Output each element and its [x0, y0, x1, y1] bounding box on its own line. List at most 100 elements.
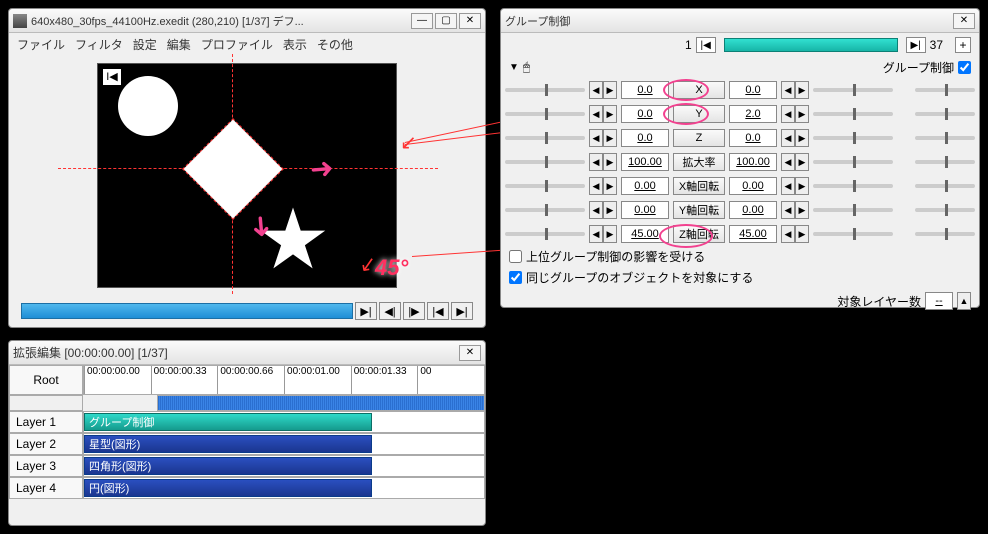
- group-enable-checkbox[interactable]: [958, 61, 971, 74]
- dec-button[interactable]: ◀: [781, 129, 795, 147]
- dec-button[interactable]: ◀: [589, 201, 603, 219]
- layer-label[interactable]: Layer 4: [9, 477, 83, 499]
- value-left[interactable]: 45.00: [621, 225, 669, 243]
- collapse-icon[interactable]: ▼: [509, 62, 519, 73]
- frame-timeline[interactable]: [724, 38, 898, 52]
- layer-label[interactable]: Layer 1: [9, 411, 83, 433]
- slider-left[interactable]: [505, 136, 585, 140]
- maximize-button[interactable]: ▢: [435, 13, 457, 29]
- shape-star[interactable]: [258, 204, 328, 279]
- slider-extra[interactable]: [915, 160, 975, 164]
- value-right[interactable]: 45.00: [729, 225, 777, 243]
- menu-edit[interactable]: 編集: [167, 36, 191, 53]
- preview-canvas[interactable]: I◀: [97, 63, 397, 288]
- value-right[interactable]: 100.00: [729, 153, 777, 171]
- slider-extra[interactable]: [915, 88, 975, 92]
- param-label-button[interactable]: Y: [673, 105, 725, 123]
- value-right[interactable]: 2.0: [729, 105, 777, 123]
- dec-button[interactable]: ◀: [589, 129, 603, 147]
- slider-extra[interactable]: [915, 208, 975, 212]
- value-right[interactable]: 0.00: [729, 177, 777, 195]
- dec-button[interactable]: ◀: [781, 81, 795, 99]
- slider-right[interactable]: [813, 208, 893, 212]
- slider-left[interactable]: [505, 208, 585, 212]
- close-button[interactable]: ✕: [953, 13, 975, 29]
- slider-right[interactable]: [813, 136, 893, 140]
- inc-button[interactable]: ▶: [795, 177, 809, 195]
- audio-waveform[interactable]: [157, 395, 485, 411]
- dec-button[interactable]: ◀: [781, 225, 795, 243]
- slider-left[interactable]: [505, 232, 585, 236]
- dec-button[interactable]: ◀: [781, 177, 795, 195]
- properties-titlebar[interactable]: グループ制御 ✕: [501, 9, 979, 33]
- frame-last-button[interactable]: ▶|: [906, 37, 926, 53]
- dec-button[interactable]: ◀: [589, 81, 603, 99]
- inc-button[interactable]: ▶: [795, 129, 809, 147]
- keyframe-indicator[interactable]: I◀: [102, 68, 122, 86]
- inc-button[interactable]: ▶: [603, 105, 617, 123]
- dec-button[interactable]: ◀: [589, 105, 603, 123]
- slider-left[interactable]: [505, 184, 585, 188]
- go-end-button[interactable]: ▶|: [451, 302, 473, 320]
- value-right[interactable]: 0.0: [729, 81, 777, 99]
- dec-button[interactable]: ◀: [589, 153, 603, 171]
- shape-circle[interactable]: [118, 76, 178, 136]
- slider-left[interactable]: [505, 160, 585, 164]
- close-button[interactable]: ✕: [459, 345, 481, 361]
- param-label-button[interactable]: X: [673, 81, 725, 99]
- layer-track[interactable]: グループ制御: [83, 411, 485, 433]
- inc-button[interactable]: ▶: [603, 177, 617, 195]
- timeline-clip[interactable]: 星型(図形): [84, 435, 372, 453]
- timeline-clip[interactable]: 円(図形): [84, 479, 372, 497]
- layer-track[interactable]: 四角形(図形): [83, 455, 485, 477]
- inc-button[interactable]: ▶: [795, 201, 809, 219]
- timeline-clip[interactable]: グループ制御: [84, 413, 372, 431]
- slider-left[interactable]: [505, 112, 585, 116]
- inc-button[interactable]: ▶: [795, 81, 809, 99]
- value-left[interactable]: 0.00: [621, 201, 669, 219]
- value-left[interactable]: 0.00: [621, 177, 669, 195]
- inc-button[interactable]: ▶: [603, 81, 617, 99]
- timeline-titlebar[interactable]: 拡張編集 [00:00:00.00] [1/37] ✕: [9, 341, 485, 365]
- value-right[interactable]: 0.00: [729, 201, 777, 219]
- timeline-clip[interactable]: 四角形(図形): [84, 457, 372, 475]
- inc-button[interactable]: ▶: [603, 129, 617, 147]
- dec-button[interactable]: ◀: [781, 153, 795, 171]
- preview-titlebar[interactable]: 640x480_30fps_44100Hz.exedit (280,210) […: [9, 9, 485, 33]
- menu-settings[interactable]: 設定: [133, 36, 157, 53]
- slider-left[interactable]: [505, 88, 585, 92]
- layer-track[interactable]: 星型(図形): [83, 433, 485, 455]
- seek-bar[interactable]: [21, 303, 353, 319]
- menu-other[interactable]: その他: [317, 36, 353, 53]
- slider-right[interactable]: [813, 112, 893, 116]
- inherit-checkbox[interactable]: [509, 250, 522, 263]
- value-left[interactable]: 0.0: [621, 81, 669, 99]
- value-right[interactable]: 0.0: [729, 129, 777, 147]
- param-label-button[interactable]: X軸回転: [673, 177, 725, 195]
- target-layers-field[interactable]: --: [925, 292, 953, 310]
- play-button[interactable]: ▶|: [355, 302, 377, 320]
- value-left[interactable]: 0.0: [621, 129, 669, 147]
- slider-extra[interactable]: [915, 184, 975, 188]
- add-keyframe-button[interactable]: +: [955, 37, 971, 53]
- layer-label[interactable]: Layer 3: [9, 455, 83, 477]
- slider-right[interactable]: [813, 232, 893, 236]
- slider-right[interactable]: [813, 160, 893, 164]
- slider-right[interactable]: [813, 184, 893, 188]
- time-ruler[interactable]: 00:00:00.0000:00:00.3300:00:00.6600:00:0…: [83, 365, 485, 395]
- dec-button[interactable]: ◀: [589, 225, 603, 243]
- inc-button[interactable]: ▶: [795, 225, 809, 243]
- inc-button[interactable]: ▶: [795, 105, 809, 123]
- inc-button[interactable]: ▶: [795, 153, 809, 171]
- frame-first-button[interactable]: |◀: [696, 37, 716, 53]
- close-button[interactable]: ✕: [459, 13, 481, 29]
- slider-right[interactable]: [813, 88, 893, 92]
- param-label-button[interactable]: Z: [673, 129, 725, 147]
- slider-extra[interactable]: [915, 112, 975, 116]
- slider-extra[interactable]: [915, 136, 975, 140]
- layer-label[interactable]: Layer 2: [9, 433, 83, 455]
- target-layers-up[interactable]: ▲: [957, 292, 971, 310]
- dec-button[interactable]: ◀: [781, 105, 795, 123]
- param-label-button[interactable]: 拡大率: [673, 153, 725, 171]
- menu-file[interactable]: ファイル: [17, 36, 65, 53]
